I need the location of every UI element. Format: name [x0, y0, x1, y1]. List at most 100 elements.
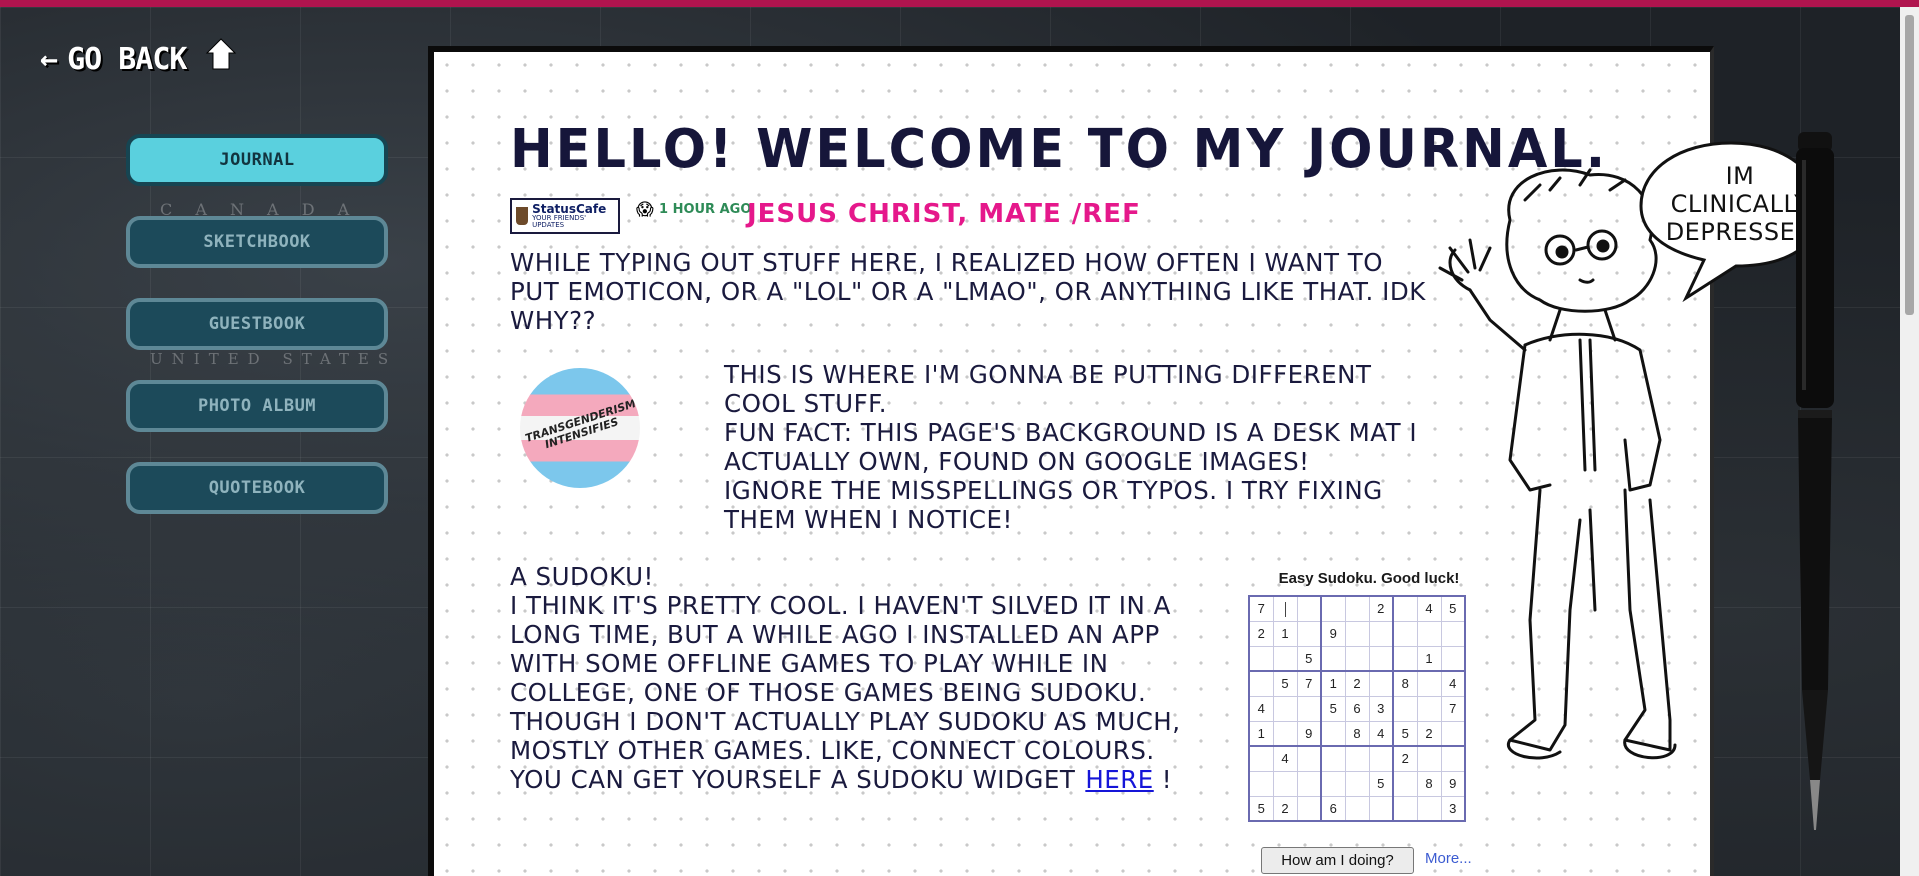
sudoku-cell[interactable]: [1344, 620, 1370, 647]
sudoku-cell[interactable]: [1392, 695, 1418, 722]
nav-guestbook[interactable]: GUESTBOOK: [126, 298, 388, 350]
home-icon: [205, 37, 237, 71]
sudoku-cell[interactable]: 5: [1368, 770, 1394, 797]
sudoku-cell[interactable]: [1320, 770, 1346, 797]
sudoku-cell[interactable]: 5: [1320, 695, 1346, 722]
sudoku-cell[interactable]: [1272, 720, 1298, 747]
sudoku-cell[interactable]: [1368, 745, 1394, 772]
sudoku-cell[interactable]: 2: [1248, 620, 1274, 647]
sudoku-cell[interactable]: 2: [1272, 795, 1298, 822]
status-emoji: 😱: [636, 200, 654, 220]
nav-guestbook-label: GUESTBOOK: [208, 314, 306, 334]
sudoku-cell[interactable]: 3: [1440, 795, 1466, 822]
left-arrow-icon: ←: [40, 42, 58, 77]
sudoku-cell[interactable]: [1320, 595, 1346, 622]
nav-quotebook-label: QUOTEBOOK: [208, 478, 306, 498]
nav-quotebook[interactable]: QUOTEBOOK: [126, 462, 388, 514]
para3-link-line: YOU CAN GET YOURSELF A SUDOKU WIDGET HERE…: [510, 765, 1210, 794]
sudoku-cell[interactable]: [1392, 645, 1418, 672]
badge-text: TRANSGENDERISM INTENSIFIES: [523, 396, 638, 452]
sudoku-cell[interactable]: [1416, 795, 1442, 822]
sudoku-more-link[interactable]: More...: [1425, 850, 1472, 867]
nav-journal-label: JOURNAL: [219, 150, 295, 170]
para3-body: I THINK IT'S PRETTY COOL. I HAVEN'T SILV…: [510, 591, 1181, 765]
sudoku-cell[interactable]: 2: [1392, 745, 1418, 772]
sudoku-cell[interactable]: 4: [1248, 695, 1274, 722]
sudoku-cell[interactable]: [1344, 770, 1370, 797]
sudoku-cell[interactable]: 5: [1392, 720, 1418, 747]
status-time: 1 HOUR AGO: [659, 202, 752, 217]
sudoku-cell[interactable]: [1368, 795, 1394, 822]
sudoku-cell[interactable]: 8: [1392, 670, 1418, 697]
sudoku-cell[interactable]: 4: [1368, 720, 1394, 747]
sudoku-cell[interactable]: 1: [1248, 720, 1274, 747]
sudoku-cell[interactable]: 9: [1320, 620, 1346, 647]
sudoku-cell[interactable]: [1392, 595, 1418, 622]
sudoku-cell[interactable]: [1392, 620, 1418, 647]
sudoku-cell[interactable]: [1368, 670, 1394, 697]
top-accent-bar: [0, 0, 1919, 7]
sudoku-cell[interactable]: 7: [1248, 595, 1274, 622]
sudoku-cell[interactable]: [1248, 745, 1274, 772]
sudoku-cell[interactable]: [1248, 670, 1274, 697]
go-back-label: GO BACK: [67, 42, 187, 77]
sudoku-cell[interactable]: [1272, 770, 1298, 797]
sudoku-cell[interactable]: [1296, 745, 1322, 772]
sudoku-cell[interactable]: 4: [1272, 745, 1298, 772]
sudoku-cell[interactable]: 9: [1296, 720, 1322, 747]
sudoku-cell[interactable]: 3: [1368, 695, 1394, 722]
sudoku-cell[interactable]: 6: [1344, 695, 1370, 722]
journal-paragraph-1: WHILE TYPING OUT STUFF HERE, I REALIZED …: [510, 248, 1426, 335]
nav-sketchbook[interactable]: SKETCHBOOK: [126, 216, 388, 268]
text-cursor: [1284, 601, 1286, 617]
sudoku-cell[interactable]: [1296, 795, 1322, 822]
para3-link-prefix: YOU CAN GET YOURSELF A SUDOKU WIDGET: [510, 765, 1076, 794]
trans-flag-badge-image: TRANSGENDERISM INTENSIFIES: [520, 368, 640, 488]
sudoku-cell[interactable]: [1368, 645, 1394, 672]
sudoku-cell[interactable]: 7: [1296, 670, 1322, 697]
sudoku-cell[interactable]: [1296, 695, 1322, 722]
sudoku-cell[interactable]: [1320, 745, 1346, 772]
sudoku-widget-link[interactable]: HERE: [1085, 765, 1153, 794]
nav-journal[interactable]: JOURNAL: [126, 134, 388, 186]
para2-line-3: IGNORE THE MISSPELLINGS OR TYPOS. I TRY …: [724, 476, 1383, 534]
journal-paragraph-2: THIS IS WHERE I'M GONNA BE PUTTING DIFFE…: [724, 360, 1424, 534]
para2-line-1: THIS IS WHERE I'M GONNA BE PUTTING DIFFE…: [724, 360, 1372, 418]
sudoku-cell[interactable]: [1272, 645, 1298, 672]
sudoku-cell[interactable]: 1: [1272, 620, 1298, 647]
sudoku-cell[interactable]: [1296, 770, 1322, 797]
sudoku-cell[interactable]: [1344, 645, 1370, 672]
para2-line-2: FUN FACT: THIS PAGE'S BACKGROUND IS A DE…: [724, 418, 1418, 476]
para3-heading: A SUDOKU!: [510, 562, 654, 591]
sudoku-cell[interactable]: [1272, 695, 1298, 722]
sudoku-cell[interactable]: 2: [1368, 595, 1394, 622]
sudoku-cell[interactable]: 5: [1296, 645, 1322, 672]
sudoku-cell[interactable]: 2: [1344, 670, 1370, 697]
sudoku-cell[interactable]: [1392, 795, 1418, 822]
sudoku-cell[interactable]: [1368, 620, 1394, 647]
sudoku-cell[interactable]: 5: [1272, 670, 1298, 697]
sudoku-cell[interactable]: [1344, 795, 1370, 822]
sudoku-cell[interactable]: [1272, 595, 1298, 622]
sudoku-cell[interactable]: 5: [1248, 795, 1274, 822]
sudoku-cell[interactable]: [1344, 595, 1370, 622]
sudoku-cell[interactable]: 6: [1320, 795, 1346, 822]
sudoku-cell[interactable]: [1392, 770, 1418, 797]
sudoku-cell[interactable]: 1: [1320, 670, 1346, 697]
sudoku-cell[interactable]: [1296, 595, 1322, 622]
sudoku-cell[interactable]: [1344, 745, 1370, 772]
sudoku-cell[interactable]: [1296, 620, 1322, 647]
sudoku-cell[interactable]: [1248, 770, 1274, 797]
go-back-link[interactable]: ← GO BACK: [40, 37, 237, 77]
nav-photo-album-label: PHOTO ALBUM: [197, 396, 317, 416]
sudoku-cell[interactable]: [1320, 720, 1346, 747]
sudoku-cell[interactable]: 8: [1344, 720, 1370, 747]
how-am-i-doing-button[interactable]: How am I doing?: [1261, 847, 1414, 874]
scrollbar-thumb[interactable]: [1905, 15, 1914, 315]
fountain-pen-image: [1796, 132, 1834, 830]
status-message: JESUS CHRIST, MATE /REF: [747, 199, 1141, 229]
sudoku-cell[interactable]: [1248, 645, 1274, 672]
nav-photo-album[interactable]: PHOTO ALBUM: [126, 380, 388, 432]
sudoku-cell[interactable]: [1320, 645, 1346, 672]
statuscafe-widget[interactable]: StatusCafe YOUR FRIENDS' UPDATES: [510, 198, 620, 234]
